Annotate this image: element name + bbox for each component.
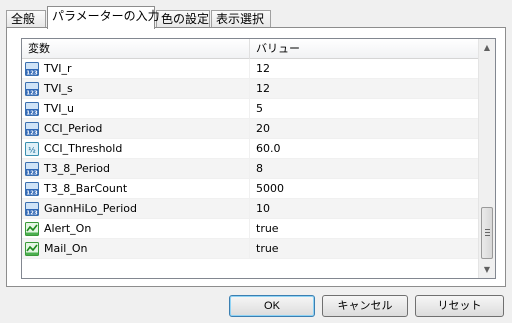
parameter-value[interactable]: 8 [250, 159, 479, 179]
parameter-value[interactable]: 5000 [250, 179, 479, 199]
integer-icon: 123 [25, 182, 39, 196]
parameter-name-text: CCI_Period [44, 122, 103, 135]
tab-general[interactable]: 全般 [6, 10, 46, 28]
scroll-up-button[interactable]: ▲ [479, 39, 495, 56]
parameter-value[interactable]: 5 [250, 99, 479, 119]
integer-icon: 123 [25, 102, 39, 116]
parameter-name: 123 TVI_u [22, 99, 250, 119]
boolean-icon [25, 222, 39, 236]
vertical-scrollbar[interactable]: ▲ ▼ [478, 39, 495, 278]
grip-line [485, 232, 490, 233]
parameter-name-text: GannHiLo_Period [44, 202, 138, 215]
grip-line [485, 229, 490, 230]
svg-text:123: 123 [26, 210, 38, 216]
parameter-row[interactable]: 123 GannHiLo_Period 10 [22, 199, 479, 219]
parameter-row[interactable]: 123 T3_8_BarCount 5000 [22, 179, 479, 199]
parameter-value[interactable]: true [250, 239, 479, 259]
integer-icon: 123 [25, 202, 39, 216]
integer-icon: 123 [25, 82, 39, 96]
parameter-name: 123 GannHiLo_Period [22, 199, 250, 219]
parameter-name-text: TVI_u [44, 102, 74, 115]
parameter-name-text: TVI_s [44, 82, 73, 95]
svg-text:123: 123 [26, 130, 38, 136]
parameter-value[interactable]: 12 [250, 79, 479, 99]
parameter-value[interactable]: 20 [250, 119, 479, 139]
grip-line [485, 235, 490, 236]
parameter-name: Alert_On [22, 219, 250, 239]
parameter-name: 123 T3_8_BarCount [22, 179, 250, 199]
parameter-value[interactable]: true [250, 219, 479, 239]
cancel-button[interactable]: キャンセル [322, 295, 408, 317]
parameter-name-text: Mail_On [44, 242, 88, 255]
parameter-row[interactable]: 123 CCI_Period 20 [22, 119, 479, 139]
grid-rows: 123 TVI_r 12 123 TVI_s 12 123 TVI_u 5 123 CCI_Peri… [22, 59, 479, 259]
parameter-row[interactable]: 123 TVI_r 12 [22, 59, 479, 79]
tab-colors[interactable]: 色の設定 [156, 10, 210, 28]
boolean-icon [25, 242, 39, 256]
integer-icon: 123 [25, 62, 39, 76]
parameter-name-text: Alert_On [44, 222, 92, 235]
column-header-variable[interactable]: 変数 [22, 39, 250, 59]
svg-text:123: 123 [26, 110, 38, 116]
parameter-row[interactable]: Mail_On true [22, 239, 479, 259]
grid-header: 変数 バリュー [22, 39, 479, 59]
parameter-value[interactable]: 12 [250, 59, 479, 79]
parameters-grid: 変数 バリュー 123 TVI_r 12 123 TVI_s 12 123 TVI_u 5 123… [21, 38, 496, 279]
tab-visualization[interactable]: 表示選択 [211, 10, 271, 28]
tab-panel: 変数 バリュー 123 TVI_r 12 123 TVI_s 12 123 TVI_u 5 123… [6, 27, 506, 287]
integer-icon: 123 [25, 122, 39, 136]
parameter-name-text: T3_8_Period [44, 162, 111, 175]
svg-text:123: 123 [26, 90, 38, 96]
scroll-down-button[interactable]: ▼ [479, 261, 495, 278]
svg-text:123: 123 [26, 70, 38, 76]
parameter-name: Mail_On [22, 239, 250, 259]
svg-text:123: 123 [26, 190, 38, 196]
parameter-name: 123 TVI_r [22, 59, 250, 79]
parameter-value[interactable]: 60.0 [250, 139, 479, 159]
parameter-name: 123 T3_8_Period [22, 159, 250, 179]
parameter-name-text: CCI_Threshold [44, 142, 123, 155]
tab-inputs[interactable]: パラメーターの入力 [47, 6, 160, 29]
parameter-name-text: T3_8_BarCount [44, 182, 128, 195]
parameter-row[interactable]: ½ CCI_Threshold 60.0 [22, 139, 479, 159]
parameter-row[interactable]: 123 T3_8_Period 8 [22, 159, 479, 179]
parameter-name-text: TVI_r [44, 62, 72, 75]
svg-text:123: 123 [26, 170, 38, 176]
scroll-thumb[interactable] [481, 207, 493, 259]
parameter-value[interactable]: 10 [250, 199, 479, 219]
parameter-row[interactable]: 123 TVI_u 5 [22, 99, 479, 119]
column-header-value[interactable]: バリュー [250, 39, 479, 59]
parameter-name: 123 TVI_s [22, 79, 250, 99]
parameter-name: 123 CCI_Period [22, 119, 250, 139]
parameter-row[interactable]: Alert_On true [22, 219, 479, 239]
tab-strip: 全般 パラメーターの入力 色の設定 表示選択 [6, 6, 506, 29]
svg-text:½: ½ [28, 147, 35, 155]
parameter-name: ½ CCI_Threshold [22, 139, 250, 159]
reset-button[interactable]: リセット [415, 295, 504, 317]
double-icon: ½ [25, 142, 39, 156]
parameter-row[interactable]: 123 TVI_s 12 [22, 79, 479, 99]
integer-icon: 123 [25, 162, 39, 176]
ok-button[interactable]: OK [229, 295, 315, 317]
